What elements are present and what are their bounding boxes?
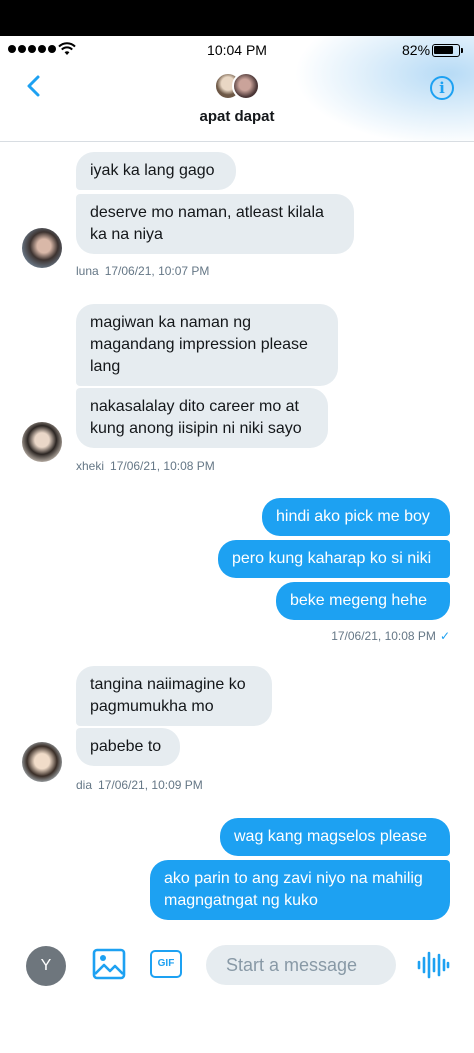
chevron-left-icon[interactable]: [20, 72, 48, 100]
sender-name: xheki: [76, 459, 105, 473]
message-bubble[interactable]: wag kang magselos please: [220, 818, 450, 856]
message-bubble[interactable]: deserve mo naman, atleast kilala ka na n…: [76, 194, 354, 254]
avatar[interactable]: [22, 742, 62, 782]
sent-check-icon: ✓: [439, 629, 450, 643]
message-bubble[interactable]: hindi ako pick me boy: [262, 498, 450, 536]
sender-name: dia: [76, 778, 93, 792]
message-bubble[interactable]: nakasalalay dito career mo at kung anong…: [76, 388, 328, 448]
message-bubble[interactable]: magiwan ka naman ng magandang impression…: [76, 304, 338, 386]
message-composer: Y GIF: [0, 930, 474, 1000]
message-bubble[interactable]: beke megeng hehe: [276, 582, 450, 620]
avatar[interactable]: [22, 422, 62, 462]
gif-button[interactable]: GIF: [150, 950, 182, 978]
message-timestamp: 17/06/21, 10:08 PM: [110, 459, 215, 473]
message-bubble[interactable]: pero kung kaharap ko si niki: [218, 540, 450, 578]
battery-percent: 82%: [402, 42, 431, 58]
message-bubble[interactable]: tangina naiimagine ko pagmumukha mo: [76, 666, 272, 726]
message-meta: 17/06/21, 10:08 PM ✓: [331, 629, 450, 643]
message-meta: xheki 17/06/21, 10:08 PM: [76, 459, 215, 473]
group-avatar[interactable]: [212, 72, 264, 102]
status-bar: 10:04 PM 82%: [0, 40, 474, 60]
message-meta: luna 17/06/21, 10:07 PM: [76, 264, 209, 278]
battery-icon: [432, 44, 463, 57]
message-timestamp: 17/06/21, 10:08 PM: [331, 629, 436, 643]
battery-fill: [434, 46, 453, 54]
message-timestamp: 17/06/21, 10:07 PM: [104, 264, 210, 278]
message-timestamp: 17/06/21, 10:09 PM: [98, 778, 203, 792]
user-avatar[interactable]: Y: [26, 946, 66, 986]
info-icon[interactable]: i: [430, 76, 454, 100]
group-member-avatar: [232, 72, 260, 100]
top-black-bar: [0, 0, 474, 36]
image-icon[interactable]: [92, 948, 126, 980]
conversation-header: 10:04 PM 82% apat dapat i: [0, 36, 474, 142]
voice-wave-icon[interactable]: [416, 950, 450, 980]
message-meta: dia 17/06/21, 10:09 PM: [76, 778, 203, 792]
bottom-safe-area: [0, 1000, 474, 1053]
message-bubble[interactable]: pabebe to: [76, 728, 180, 766]
message-input[interactable]: [206, 945, 396, 985]
message-bubble[interactable]: ako parin to ang zavi niyo na mahilig ma…: [150, 860, 450, 920]
sender-name: luna: [76, 264, 99, 278]
avatar[interactable]: [22, 228, 62, 268]
message-bubble[interactable]: iyak ka lang gago: [76, 152, 236, 190]
conversation-title[interactable]: apat dapat: [0, 108, 474, 125]
message-list[interactable]: iyak ka lang gago deserve mo naman, atle…: [0, 142, 474, 930]
